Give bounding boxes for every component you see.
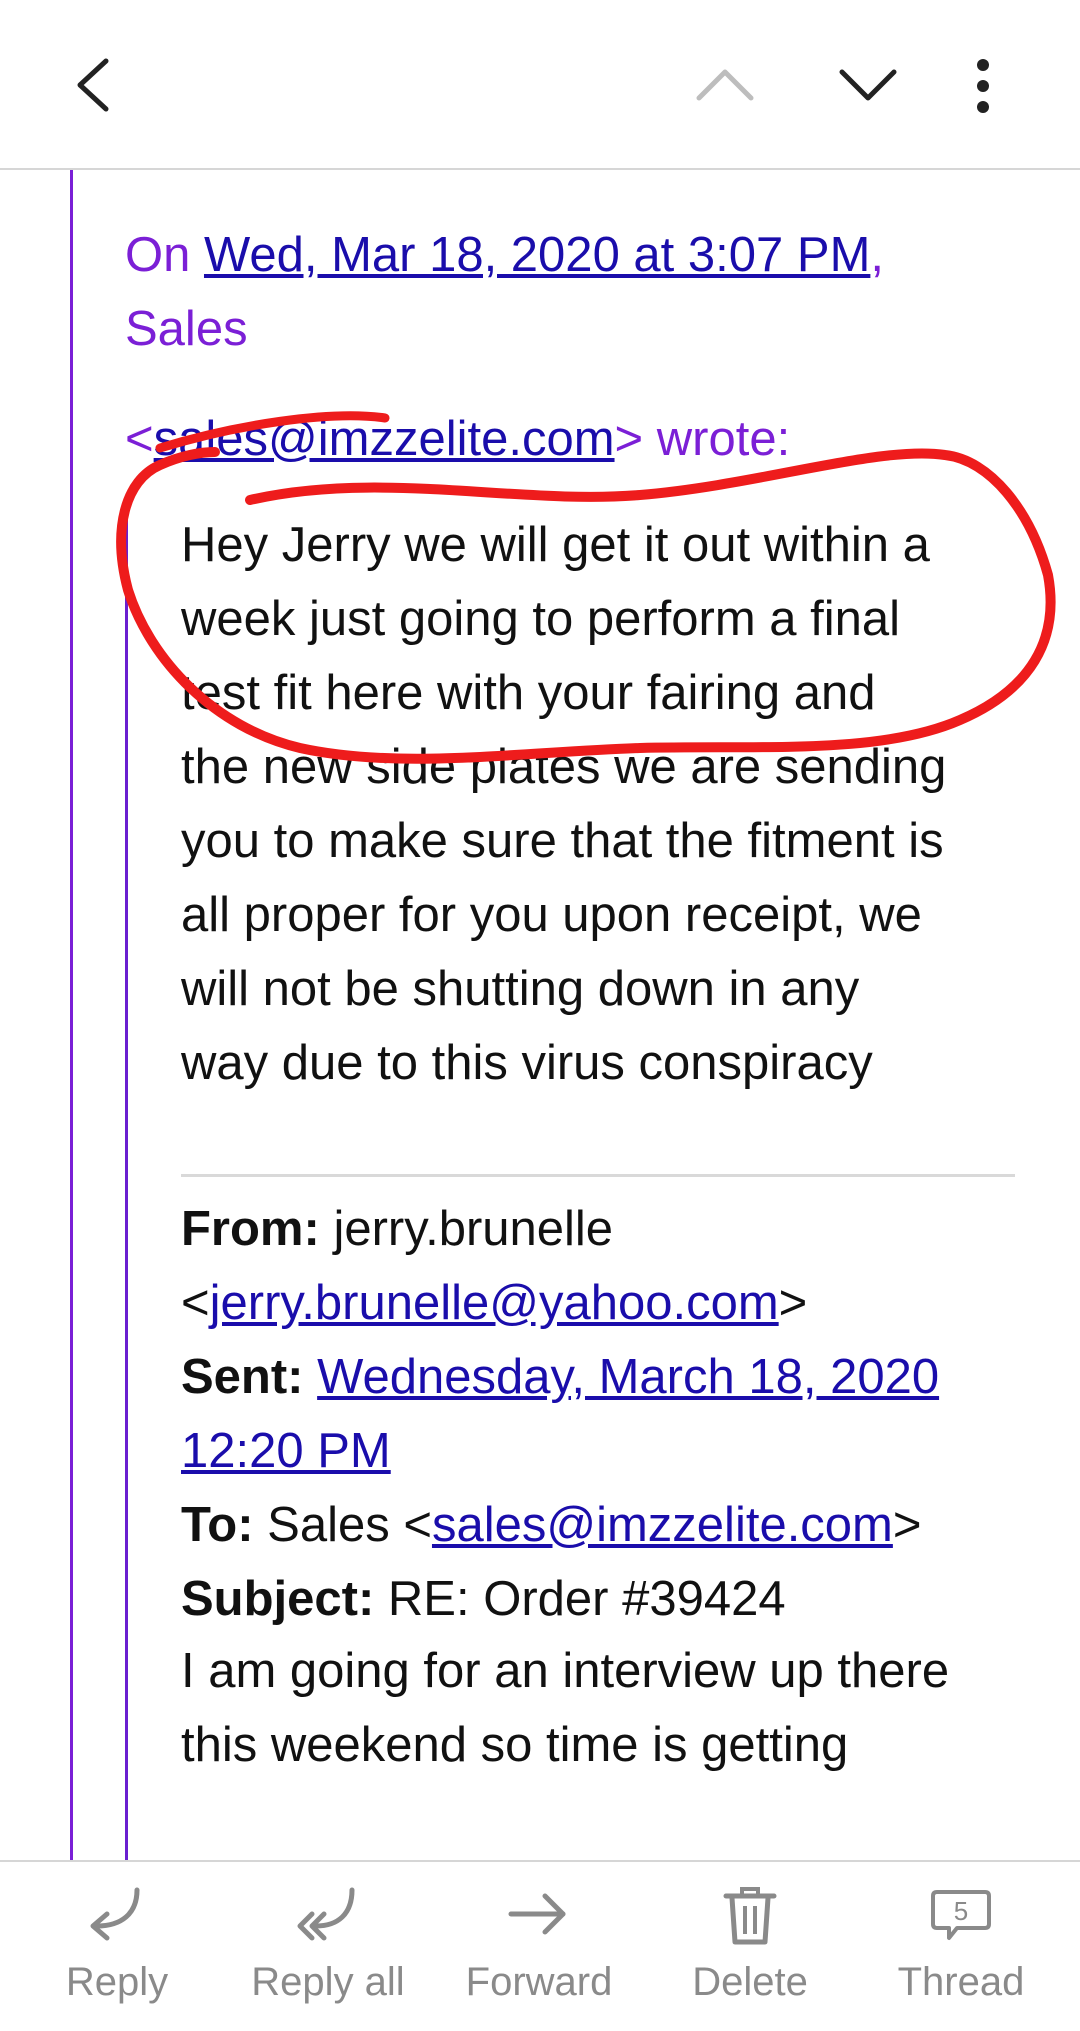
reply-icon bbox=[90, 1887, 140, 1941]
attribution-prefix: On bbox=[125, 228, 204, 282]
message-line: you to make sure that the fitment is bbox=[181, 814, 944, 868]
reply-all-label: Reply all bbox=[251, 1960, 405, 2004]
from-open-bracket: < bbox=[181, 1276, 210, 1330]
reply-all-button[interactable]: Reply all bbox=[228, 1862, 428, 2031]
thread-icon: 5 bbox=[931, 1890, 991, 1940]
message-line: week just going to perform a final bbox=[181, 592, 901, 646]
wrote-text: > wrote: bbox=[614, 412, 791, 466]
sender-name: Sales bbox=[125, 302, 248, 356]
trash-icon bbox=[723, 1887, 777, 1945]
reply-button[interactable]: Reply bbox=[17, 1862, 217, 2031]
to-label: To: bbox=[181, 1498, 254, 1552]
to-close-bracket: > bbox=[892, 1498, 922, 1552]
sent-date-link[interactable]: Wednesday, March 18, 2020 bbox=[317, 1350, 939, 1404]
quote-attribution-email: <sales@imzzelite.com> wrote: bbox=[125, 402, 1025, 476]
attribution-comma: , bbox=[870, 228, 885, 282]
sent-time-link[interactable]: 12:20 PM bbox=[181, 1424, 391, 1478]
thread-count-badge: 5 bbox=[954, 1896, 968, 1926]
from-email-link[interactable]: jerry.brunelle@yahoo.com bbox=[210, 1276, 779, 1330]
quoted-message: Hey Jerry we will get it out within a we… bbox=[181, 508, 1021, 1100]
delete-button[interactable]: Delete bbox=[650, 1862, 850, 2031]
quote-bar-inner bbox=[125, 512, 128, 1860]
from-label: From: bbox=[181, 1202, 320, 1256]
chevron-down-icon[interactable] bbox=[838, 60, 898, 110]
to-row: To: Sales <sales@imzzelite.com> bbox=[181, 1488, 1041, 1562]
sender-email-link[interactable]: sales@imzzelite.com bbox=[154, 412, 615, 466]
body-line: I am going for an interview up there bbox=[181, 1644, 950, 1698]
to-email-link[interactable]: sales@imzzelite.com bbox=[432, 1498, 893, 1552]
body-line: this weekend so time is getting bbox=[181, 1718, 849, 1772]
message-line: test fit here with your fairing and bbox=[181, 666, 876, 720]
message-line: will not be shutting down in any bbox=[181, 962, 860, 1016]
forward-icon bbox=[508, 1893, 566, 1935]
thread-button[interactable]: 5 Thread bbox=[861, 1862, 1061, 2031]
forward-label: Forward bbox=[465, 1960, 613, 2004]
message-line: Hey Jerry we will get it out within a bbox=[181, 518, 930, 572]
delete-label: Delete bbox=[692, 1960, 808, 2004]
more-vertical-icon[interactable] bbox=[968, 58, 998, 114]
header-divider bbox=[181, 1174, 1015, 1177]
bottom-action-bar: Reply Reply all Forward Delete 5 Thread bbox=[0, 1860, 1080, 2029]
thread-label: Thread bbox=[897, 1960, 1025, 2004]
subject-row: Subject: RE: Order #39424 bbox=[181, 1562, 1041, 1636]
quote-attribution: On Wed, Mar 18, 2020 at 3:07 PM, Sales bbox=[125, 218, 1005, 366]
email-open-bracket: < bbox=[125, 412, 154, 466]
subject-value: RE: Order #39424 bbox=[374, 1572, 786, 1626]
reply-all-icon bbox=[297, 1887, 355, 1941]
email-content[interactable]: On Wed, Mar 18, 2020 at 3:07 PM, Sales <… bbox=[0, 170, 1080, 1860]
message-line: the new side plates we are sending bbox=[181, 740, 947, 794]
from-name: jerry.brunelle bbox=[319, 1202, 614, 1256]
top-toolbar bbox=[0, 0, 1080, 170]
sent-time-row: 12:20 PM bbox=[181, 1414, 1041, 1488]
date-link[interactable]: Wed, Mar 18, 2020 at 3:07 PM bbox=[204, 228, 870, 282]
to-name: Sales < bbox=[253, 1498, 432, 1552]
forwarded-headers: From: jerry.brunelle <jerry.brunelle@yah… bbox=[181, 1192, 1041, 1636]
forwarded-body: I am going for an interview up there thi… bbox=[181, 1634, 1041, 1782]
quote-bar-outer bbox=[70, 170, 73, 1860]
back-arrow-icon[interactable] bbox=[70, 55, 120, 115]
from-row: From: jerry.brunelle bbox=[181, 1192, 1041, 1266]
message-line: all proper for you upon receipt, we bbox=[181, 888, 922, 942]
chevron-up-icon[interactable] bbox=[695, 60, 755, 110]
reply-label: Reply bbox=[65, 1960, 169, 2004]
subject-label: Subject: bbox=[181, 1572, 375, 1626]
from-email-row: <jerry.brunelle@yahoo.com> bbox=[181, 1266, 1041, 1340]
from-close-bracket: > bbox=[778, 1276, 808, 1330]
sent-row: Sent: Wednesday, March 18, 2020 bbox=[181, 1340, 1041, 1414]
sent-label: Sent: bbox=[181, 1350, 304, 1404]
message-line: way due to this virus conspiracy bbox=[181, 1036, 873, 1090]
forward-button[interactable]: Forward bbox=[439, 1862, 639, 2031]
